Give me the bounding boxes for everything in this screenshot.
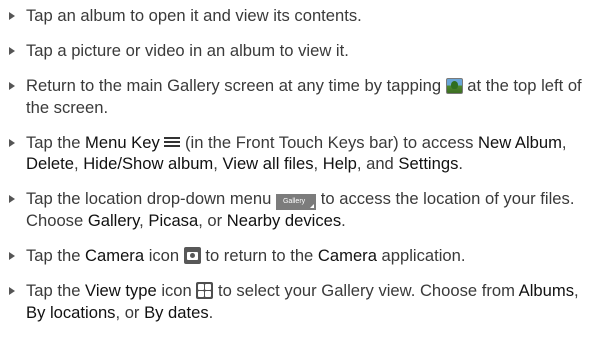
view-type-label: View type: [85, 281, 157, 300]
view-by-dates: By dates: [144, 302, 209, 322]
separator-text: ,: [139, 211, 149, 230]
separator-text: .: [208, 302, 214, 322]
bullet-arrow-icon: [9, 195, 15, 203]
separator-text: ,: [561, 132, 567, 152]
list-item-menu-key: Tap the Menu Key (in the Front Touch Key…: [0, 132, 607, 175]
separator-text: , and: [356, 154, 399, 173]
separator-text: .: [341, 211, 346, 230]
option-delete: Delete: [26, 154, 74, 173]
location-gallery: Gallery: [87, 211, 140, 230]
option-view-all-files: View all files: [222, 154, 314, 173]
step-text: icon: [144, 246, 184, 265]
step-text: icon: [156, 281, 197, 300]
view-by-locations: By locations: [26, 302, 116, 322]
menu-key-icon: [164, 136, 181, 147]
step-text: application.: [376, 246, 466, 265]
separator-text: ,: [574, 281, 579, 300]
step-text: to return to the: [200, 246, 318, 265]
list-item-open-album: Tap an album to open it and view its con…: [0, 5, 607, 27]
list-item-return-to-gallery: Return to the main Gallery screen at any…: [0, 75, 607, 118]
camera-app-label: Camera: [317, 246, 377, 265]
step-text: Tap the: [26, 246, 86, 265]
view-type-icon: [196, 282, 214, 299]
gallery-instructions-list: Tap an album to open it and view its con…: [0, 5, 607, 337]
separator-text: ,: [73, 154, 84, 173]
option-new-album: New Album: [477, 132, 562, 152]
step-text: Tap the location drop-down menu: [26, 189, 276, 208]
list-item-camera: Tap the Camera icon to return to the Cam…: [0, 245, 607, 267]
view-albums: Albums: [518, 281, 574, 300]
instruction-page: Tap an album to open it and view its con…: [0, 0, 607, 327]
separator-text: .: [458, 154, 463, 173]
step-text: Tap an album to open it and view its con…: [26, 6, 362, 25]
gallery-app-icon: [445, 78, 463, 94]
bullet-arrow-icon: [9, 12, 15, 20]
menu-key-label: Menu Key: [85, 132, 160, 152]
step-text: to select your Gallery view. Choose from: [213, 281, 519, 300]
bullet-arrow-icon: [9, 138, 15, 147]
separator-text: , or: [198, 211, 227, 230]
option-hide-show-album: Hide/Show album: [83, 154, 214, 173]
step-text: Return to the main Gallery screen at any…: [26, 76, 446, 95]
separator-text: ,: [213, 154, 223, 173]
list-item-location-dropdown: Tap the location drop-down menu Gallery …: [0, 188, 607, 232]
bullet-arrow-icon: [9, 252, 15, 260]
step-text: (in the Front Touch Keys bar) to access: [180, 132, 478, 152]
camera-label: Camera: [85, 246, 145, 265]
separator-text: , or: [115, 302, 145, 322]
bullet-arrow-icon: [9, 47, 15, 55]
step-text: Tap the: [26, 281, 86, 300]
camera-icon: [183, 247, 201, 264]
list-item-view-type: Tap the View type icon to select your Ga…: [0, 280, 607, 323]
option-help: Help: [322, 154, 357, 173]
step-text: Tap a picture or video in an album to vi…: [26, 41, 349, 60]
bullet-arrow-icon: [9, 287, 15, 295]
step-text: Tap the: [26, 132, 86, 152]
bullet-arrow-icon: [9, 82, 15, 90]
location-nearby-devices: Nearby devices: [226, 211, 342, 230]
separator-text: ,: [313, 154, 323, 173]
location-picasa: Picasa: [148, 211, 199, 230]
location-dropdown-icon: Gallery: [275, 194, 317, 210]
option-settings: Settings: [398, 154, 459, 173]
list-item-view-picture: Tap a picture or video in an album to vi…: [0, 40, 607, 62]
